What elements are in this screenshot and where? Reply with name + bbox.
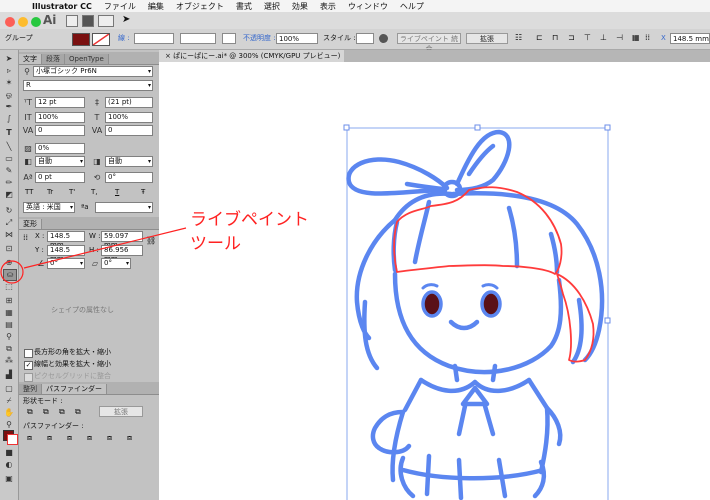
callout-overlay bbox=[0, 227, 187, 284]
callout-line-1: ライブペイント bbox=[190, 210, 309, 230]
tool-highlight-circle bbox=[0, 260, 24, 284]
live-paint-callout: ライブペイント ツール bbox=[190, 208, 309, 256]
callout-line-2: ツール bbox=[190, 234, 241, 254]
callout-leader-line bbox=[23, 227, 187, 269]
